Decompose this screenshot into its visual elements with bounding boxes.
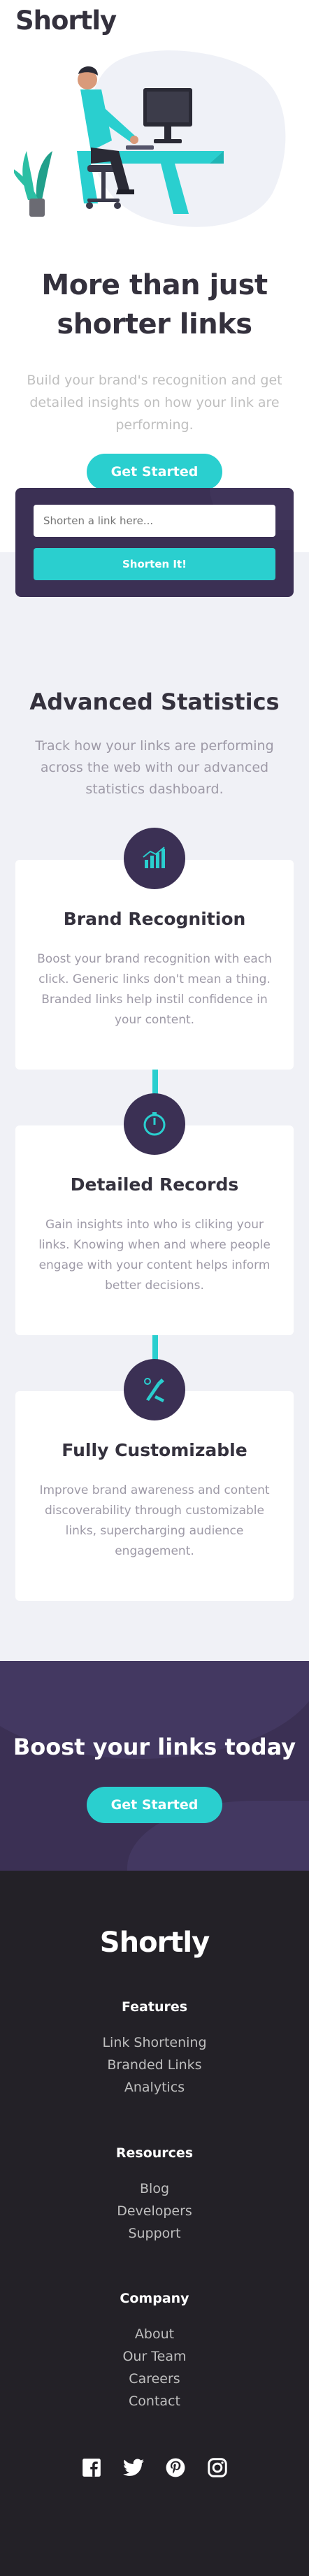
footer-link-link-shortening[interactable]: Link Shortening (0, 2035, 309, 2050)
shorten-link-input[interactable] (34, 505, 275, 537)
hero-illustration (14, 50, 286, 227)
hero-subtitle: Build your brand's recognition and get d… (27, 373, 282, 433)
stats-subtitle: Track how your links are performing acro… (35, 738, 274, 797)
footer-heading-features: Features (121, 1999, 188, 2015)
stats-title: Advanced Statistics (29, 689, 280, 715)
statistics-section: Shorten It! Advanced Statistics Track ho… (0, 488, 309, 1661)
footer-heading-resources: Resources (115, 2145, 194, 2161)
footer-heading-company: Company (120, 2291, 189, 2306)
get-started-button[interactable]: Get Started (87, 454, 222, 490)
brand-recognition-icon (124, 828, 185, 889)
pinterest-icon[interactable] (164, 2456, 187, 2479)
detailed-records-icon (124, 1093, 185, 1155)
feature-card-detailed-records: Detailed Records Gain insights into who … (15, 1093, 294, 1335)
feature-card-text: Gain insights into who is cliking your l… (38, 1218, 271, 1293)
footer: Shortly Features Link Shortening Branded… (0, 1871, 309, 2576)
social-links (0, 2456, 309, 2479)
feature-card-brand-recognition: Brand Recognition Boost your brand recog… (15, 828, 294, 1070)
boost-section: Boost your links today Get Started (0, 1661, 309, 1871)
twitter-icon[interactable] (122, 2456, 145, 2479)
footer-link-analytics[interactable]: Analytics (0, 2080, 309, 2095)
site-logo[interactable]: Shortly (15, 6, 117, 36)
feature-card-text: Improve brand awareness and content disc… (39, 1483, 270, 1558)
fully-customizable-icon (124, 1359, 185, 1420)
feature-card-title: Fully Customizable (62, 1440, 247, 1460)
boost-title: Boost your links today (13, 1734, 296, 1760)
feature-card-text: Boost your brand recognition with each c… (37, 952, 272, 1027)
hero-section: Shortly More than just shorter links Bui… (0, 0, 309, 552)
instagram-icon[interactable] (206, 2456, 229, 2479)
footer-link-blog[interactable]: Blog (0, 2181, 309, 2196)
footer-link-contact[interactable]: Contact (0, 2394, 309, 2409)
boost-get-started-button[interactable]: Get Started (87, 1787, 222, 1823)
hero-title: More than just shorter links (0, 266, 309, 344)
footer-link-careers[interactable]: Careers (0, 2371, 309, 2387)
footer-link-branded-links[interactable]: Branded Links (0, 2057, 309, 2073)
feature-card-title: Detailed Records (70, 1174, 239, 1195)
footer-link-our-team[interactable]: Our Team (0, 2349, 309, 2364)
facebook-icon[interactable] (80, 2456, 103, 2479)
footer-logo[interactable]: Shortly (0, 1927, 309, 1959)
hero-title-line-2: shorter links (57, 308, 252, 340)
feature-card-fully-customizable: Fully Customizable Improve brand awarene… (15, 1359, 294, 1601)
feature-card-title: Brand Recognition (63, 909, 246, 929)
hero-title-line-1: More than just (41, 269, 268, 301)
footer-link-developers[interactable]: Developers (0, 2203, 309, 2219)
shorten-it-button[interactable]: Shorten It! (34, 548, 275, 580)
footer-link-support[interactable]: Support (0, 2226, 309, 2241)
footer-link-about[interactable]: About (0, 2326, 309, 2342)
shorten-form: Shorten It! (15, 488, 294, 597)
